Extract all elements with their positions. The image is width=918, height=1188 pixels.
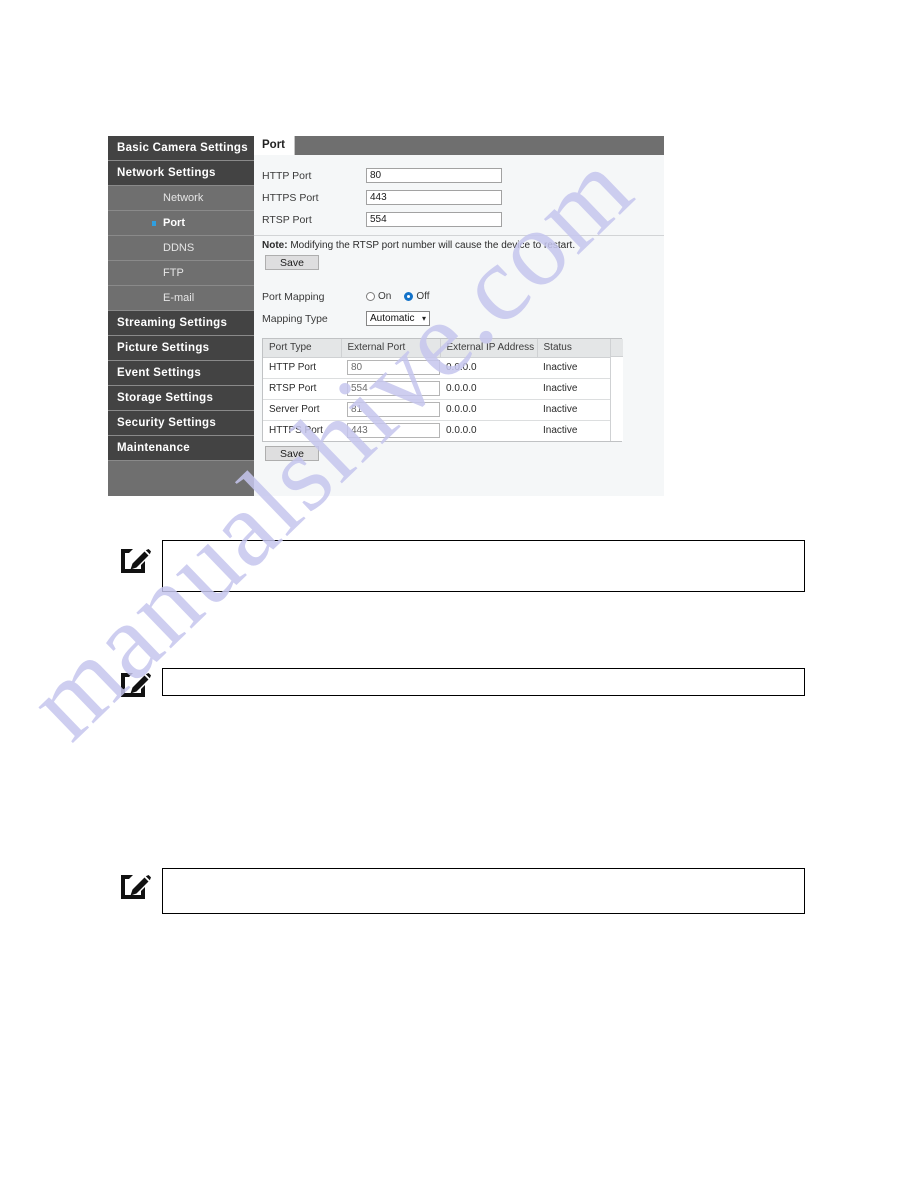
content-tabbar: Port <box>254 136 664 155</box>
cell-external-ip: 0.0.0.0 <box>440 420 537 441</box>
note-box-1 <box>162 540 805 592</box>
form-row-port-mapping: Port Mapping On Off <box>254 286 664 307</box>
sidebar-item-streaming-settings[interactable]: Streaming Settings <box>108 311 254 336</box>
cell-port-type: RTSP Port <box>263 378 341 400</box>
sidebar-item-port[interactable]: Port <box>108 211 254 236</box>
form-row-mapping-type: Mapping Type Automatic ▾ <box>254 308 664 329</box>
note-prefix: Note: <box>262 240 288 251</box>
cell-external-ip: 0.0.0.0 <box>440 399 537 421</box>
sidebar-item-network-settings[interactable]: Network Settings <box>108 161 254 186</box>
port-mapping-table-wrap: Port Type External Port External IP Addr… <box>262 338 623 442</box>
form-row-https-port: HTTPS Port <box>254 187 664 208</box>
cell-external-port <box>341 357 440 379</box>
port-mapping-label: Port Mapping <box>262 290 325 303</box>
note-edit-icon <box>118 868 152 902</box>
sidebar-item-network[interactable]: Network <box>108 186 254 211</box>
port-form: HTTP Port HTTPS Port RTSP Port Note: Mod… <box>254 155 664 462</box>
port-mapping-radio-group: On Off <box>366 291 430 302</box>
th-status: Status <box>537 339 610 358</box>
note-box-3 <box>162 868 805 914</box>
table-header-row: Port Type External Port External IP Addr… <box>263 339 610 358</box>
table-row: HTTP Port 0.0.0.0 Inactive <box>263 357 610 379</box>
note-callout-2 <box>118 668 805 700</box>
port-mapping-on-label: On <box>378 291 392 302</box>
save-ports-button[interactable]: Save <box>265 255 319 270</box>
note-edit-icon <box>118 542 152 576</box>
table-scrollbar-gutter-head <box>611 339 623 357</box>
external-port-input[interactable] <box>347 402 440 417</box>
http-port-label: HTTP Port <box>262 169 312 182</box>
form-row-http-port: HTTP Port <box>254 165 664 186</box>
cell-external-port <box>341 399 440 421</box>
table-scrollbar-gutter[interactable] <box>610 339 623 441</box>
port-mapping-on-radio[interactable] <box>366 292 375 301</box>
table-row: RTSP Port 0.0.0.0 Inactive <box>263 378 610 400</box>
mapping-type-label: Mapping Type <box>262 312 328 325</box>
th-external-ip: External IP Address <box>440 339 538 358</box>
th-port-type: Port Type <box>263 339 342 358</box>
save-port-mapping-button[interactable]: Save <box>265 446 319 461</box>
cell-external-port <box>341 420 440 441</box>
https-port-input[interactable] <box>366 190 502 205</box>
sidebar-item-basic-camera-settings[interactable]: Basic Camera Settings <box>108 136 254 161</box>
cell-port-type: Server Port <box>263 399 341 421</box>
sidebar-item-ddns[interactable]: DDNS <box>108 236 254 261</box>
note-edit-icon <box>118 666 152 700</box>
cell-status: Inactive <box>537 399 610 421</box>
sidebar-item-maintenance[interactable]: Maintenance <box>108 436 254 461</box>
cell-external-ip: 0.0.0.0 <box>440 378 537 400</box>
cell-port-type: HTTP Port <box>263 357 341 379</box>
table-row: Server Port 0.0.0.0 Inactive <box>263 399 610 421</box>
sidebar-filler <box>108 461 254 496</box>
note-callout-1 <box>118 540 805 592</box>
external-port-input[interactable] <box>347 423 440 439</box>
port-mapping-section: Port Mapping On Off Mapping Type Automat… <box>254 286 664 462</box>
sidebar-item-storage-settings[interactable]: Storage Settings <box>108 386 254 411</box>
mapping-type-value: Automatic <box>370 313 415 324</box>
cell-status: Inactive <box>537 357 610 379</box>
mapping-type-select[interactable]: Automatic ▾ <box>366 311 430 326</box>
external-port-input[interactable] <box>347 360 440 375</box>
note-box-2 <box>162 668 805 696</box>
th-external-port: External Port <box>341 339 441 358</box>
sidebar-item-security-settings[interactable]: Security Settings <box>108 411 254 436</box>
port-mapping-off-radio[interactable] <box>404 292 414 301</box>
table-row: HTTPS Port 0.0.0.0 Inactive <box>263 420 610 441</box>
rtsp-port-label: RTSP Port <box>262 213 312 226</box>
note-body: Modifying the RTSP port number will caus… <box>290 240 576 251</box>
note-callout-3 <box>118 868 805 914</box>
cell-port-type: HTTPS Port <box>263 420 341 441</box>
port-mapping-table: Port Type External Port External IP Addr… <box>263 339 610 441</box>
sidebar-item-ftp[interactable]: FTP <box>108 261 254 286</box>
tab-port[interactable]: Port <box>254 136 295 155</box>
form-row-rtsp-port: RTSP Port <box>254 209 664 230</box>
http-port-input[interactable] <box>366 168 502 183</box>
cell-status: Inactive <box>537 420 610 441</box>
rtsp-port-input[interactable] <box>366 212 502 227</box>
sidebar-item-email[interactable]: E-mail <box>108 286 254 311</box>
https-port-label: HTTPS Port <box>262 191 319 204</box>
camera-web-ui-screenshot: Basic Camera Settings Network Settings N… <box>108 136 664 496</box>
sidebar-item-event-settings[interactable]: Event Settings <box>108 361 254 386</box>
settings-content-pane: Port HTTP Port HTTPS Port RTSP Port Note… <box>254 136 664 496</box>
settings-sidebar: Basic Camera Settings Network Settings N… <box>108 136 254 496</box>
rtsp-restart-note: Note: Modifying the RTSP port number wil… <box>254 236 664 251</box>
chevron-down-icon: ▾ <box>421 313 426 323</box>
cell-status: Inactive <box>537 378 610 400</box>
sidebar-item-picture-settings[interactable]: Picture Settings <box>108 336 254 361</box>
external-port-input[interactable] <box>347 381 440 396</box>
cell-external-port <box>341 378 440 400</box>
port-mapping-off-label: Off <box>416 291 430 302</box>
cell-external-ip: 0.0.0.0 <box>440 357 537 379</box>
